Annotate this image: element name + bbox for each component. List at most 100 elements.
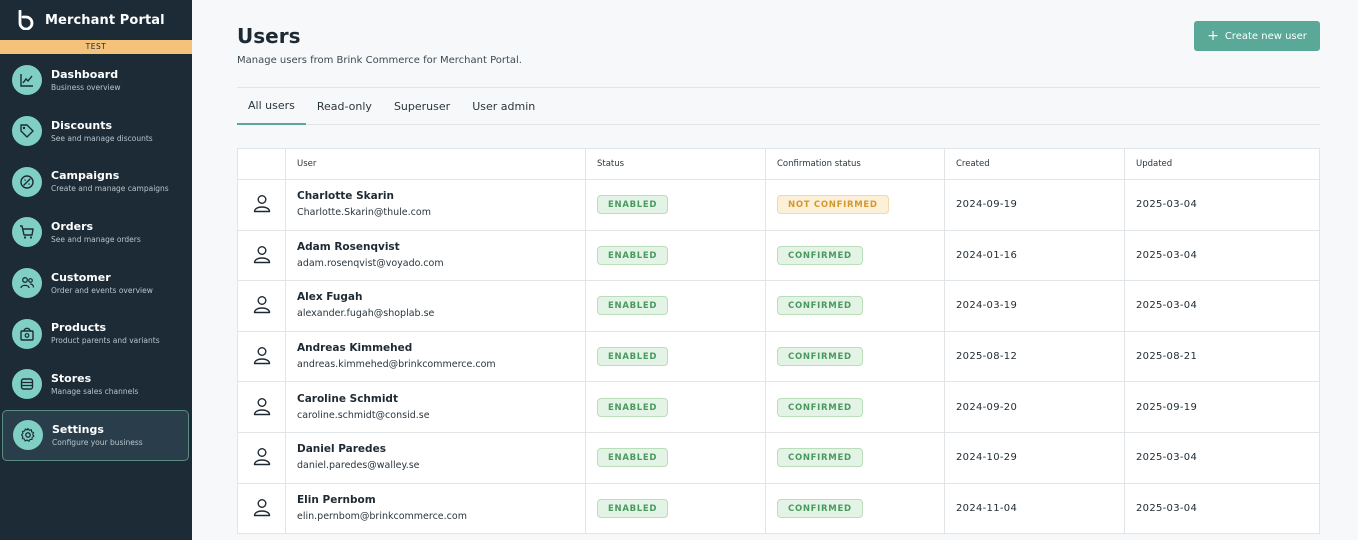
table-row[interactable]: Adam Rosenqvist adam.rosenqvist@voyado.co… xyxy=(238,230,1319,282)
status-cell: ENABLED xyxy=(586,230,766,281)
user-email: alexander.fugah@shoplab.se xyxy=(297,308,435,320)
status-cell: ENABLED xyxy=(586,331,766,382)
box-icon xyxy=(12,318,42,349)
column-header-updated[interactable]: Updated xyxy=(1125,149,1319,179)
user-name[interactable]: Caroline Schmidt xyxy=(297,392,398,407)
user-icon xyxy=(252,294,272,317)
confirmation-badge: CONFIRMED xyxy=(777,448,863,468)
table-row[interactable]: Alex Fugah alexander.fugah@shoplab.se ENAB… xyxy=(238,281,1319,332)
nav-item-stores[interactable]: Stores Manage sales channels xyxy=(2,359,189,410)
avatar-cell xyxy=(238,483,286,534)
nav-label: Settings xyxy=(52,422,104,436)
column-header-avatar xyxy=(238,149,286,179)
user-cell: Alex Fugah alexander.fugah@shoplab.se xyxy=(286,281,586,331)
user-email: elin.pernbom@brinkcommerce.com xyxy=(297,510,467,522)
chart-icon xyxy=(12,65,42,96)
created-date: 2024-11-04 xyxy=(945,483,1125,534)
created-date: 2024-01-16 xyxy=(945,230,1125,281)
gear-icon xyxy=(13,420,43,451)
nav-sublabel: Create and manage campaigns xyxy=(51,184,169,194)
user-name[interactable]: Charlotte Skarin xyxy=(297,189,394,204)
avatar-cell xyxy=(238,281,286,331)
tag-icon xyxy=(12,116,42,147)
created-date: 2024-09-20 xyxy=(945,382,1125,432)
nav-item-customer[interactable]: Customer Order and events overview xyxy=(2,258,189,309)
user-cell: Daniel Paredes daniel.paredes@walley.se xyxy=(286,432,586,483)
nav-item-orders[interactable]: Orders See and manage orders xyxy=(2,207,189,258)
create-user-button[interactable]: + Create new user xyxy=(1194,21,1320,51)
user-name[interactable]: Daniel Paredes xyxy=(297,442,386,457)
tab-superuser[interactable]: Superuser xyxy=(383,87,461,125)
updated-date: 2025-03-04 xyxy=(1136,249,1198,261)
tab-read-only[interactable]: Read-only xyxy=(306,87,383,125)
table-header: User Status Confirmation status Created … xyxy=(238,149,1319,180)
table-row[interactable]: Charlotte Skarin Charlotte.Skarin@thule.c… xyxy=(238,180,1319,231)
table-body: Charlotte Skarin Charlotte.Skarin@thule.c… xyxy=(238,180,1319,535)
nav-label: Customer xyxy=(51,270,111,284)
confirmation-cell: CONFIRMED xyxy=(766,230,945,281)
user-name[interactable]: Andreas Kimmehed xyxy=(297,341,412,356)
create-user-label: Create new user xyxy=(1224,30,1307,42)
nav-sublabel: Order and events overview xyxy=(51,285,153,295)
nav-label: Campaigns xyxy=(51,169,120,183)
users-table: User Status Confirmation status Created … xyxy=(237,148,1320,535)
tab-user-admin[interactable]: User admin xyxy=(461,87,546,125)
nav-sublabel: Manage sales channels xyxy=(51,386,139,396)
nav-sublabel: Configure your business xyxy=(52,437,143,447)
user-email: Charlotte.Skarin@thule.com xyxy=(297,207,431,219)
confirmation-cell: CONFIRMED xyxy=(766,483,945,534)
user-email: caroline.schmidt@consid.se xyxy=(297,409,430,421)
brand[interactable]: Merchant Portal xyxy=(0,0,192,40)
nav-item-discounts[interactable]: Discounts See and manage discounts xyxy=(2,106,189,157)
confirmation-badge: CONFIRMED xyxy=(777,397,863,417)
status-badge: ENABLED xyxy=(597,498,669,518)
updated-date: 2025-03-04 xyxy=(1136,502,1198,514)
sidebar: Merchant Portal TEST Dashboard Business o… xyxy=(0,0,192,540)
nav-item-settings[interactable]: Settings Configure your business xyxy=(2,409,189,461)
user-name[interactable]: Alex Fugah xyxy=(297,290,362,305)
user-email: daniel.paredes@walley.se xyxy=(297,460,420,472)
brink-logo-icon xyxy=(18,10,34,30)
page-title: Users xyxy=(237,24,301,48)
user-icon xyxy=(252,446,272,469)
avatar-cell xyxy=(238,230,286,281)
main-nav: Dashboard Business overview Discounts See … xyxy=(0,54,192,461)
nav-sublabel: See and manage orders xyxy=(51,234,141,244)
user-cell: Charlotte Skarin Charlotte.Skarin@thule.c… xyxy=(286,180,586,230)
nav-label: Orders xyxy=(51,219,94,233)
user-cell: Andreas Kimmehed andreas.kimmehed@brinkco… xyxy=(286,331,586,382)
user-icon xyxy=(252,244,272,267)
status-badge: ENABLED xyxy=(597,448,669,468)
table-row[interactable]: Caroline Schmidt caroline.schmidt@consid.… xyxy=(238,382,1319,433)
table-row[interactable]: Elin Pernbom elin.pernbom@brinkcommerce.c… xyxy=(238,483,1319,535)
users-icon xyxy=(12,268,42,299)
column-header-confirmation[interactable]: Confirmation status xyxy=(766,149,945,179)
nav-item-products[interactable]: Products Product parents and variants xyxy=(2,308,189,359)
avatar-cell xyxy=(238,331,286,382)
column-header-status[interactable]: Status xyxy=(586,149,766,179)
user-email: andreas.kimmehed@brinkcommerce.com xyxy=(297,359,496,371)
store-icon xyxy=(12,369,42,400)
avatar-cell xyxy=(238,432,286,483)
nav-sublabel: See and manage discounts xyxy=(51,133,153,143)
tab-all-users[interactable]: All users xyxy=(237,87,306,125)
avatar-cell xyxy=(238,180,286,230)
status-cell: ENABLED xyxy=(586,281,766,331)
user-icon xyxy=(252,193,272,216)
nav-item-dashboard[interactable]: Dashboard Business overview xyxy=(2,55,189,106)
user-icon xyxy=(252,345,272,368)
user-name[interactable]: Adam Rosenqvist xyxy=(297,240,400,255)
status-cell: ENABLED xyxy=(586,432,766,483)
nav-item-campaigns[interactable]: Campaigns Create and manage campaigns xyxy=(2,156,189,207)
nav-label: Stores xyxy=(51,371,92,385)
user-name[interactable]: Elin Pernbom xyxy=(297,493,376,508)
column-header-user[interactable]: User xyxy=(286,149,586,179)
table-row[interactable]: Daniel Paredes daniel.paredes@walley.se EN… xyxy=(238,432,1319,484)
created-date: 2024-03-19 xyxy=(945,281,1125,331)
updated-date: 2025-09-19 xyxy=(1136,401,1198,413)
updated-date: 2025-03-04 xyxy=(1136,300,1198,312)
column-header-created[interactable]: Created xyxy=(945,149,1125,179)
status-badge: ENABLED xyxy=(597,296,669,316)
status-badge: ENABLED xyxy=(597,245,669,265)
table-row[interactable]: Andreas Kimmehed andreas.kimmehed@brinkco… xyxy=(238,331,1319,383)
